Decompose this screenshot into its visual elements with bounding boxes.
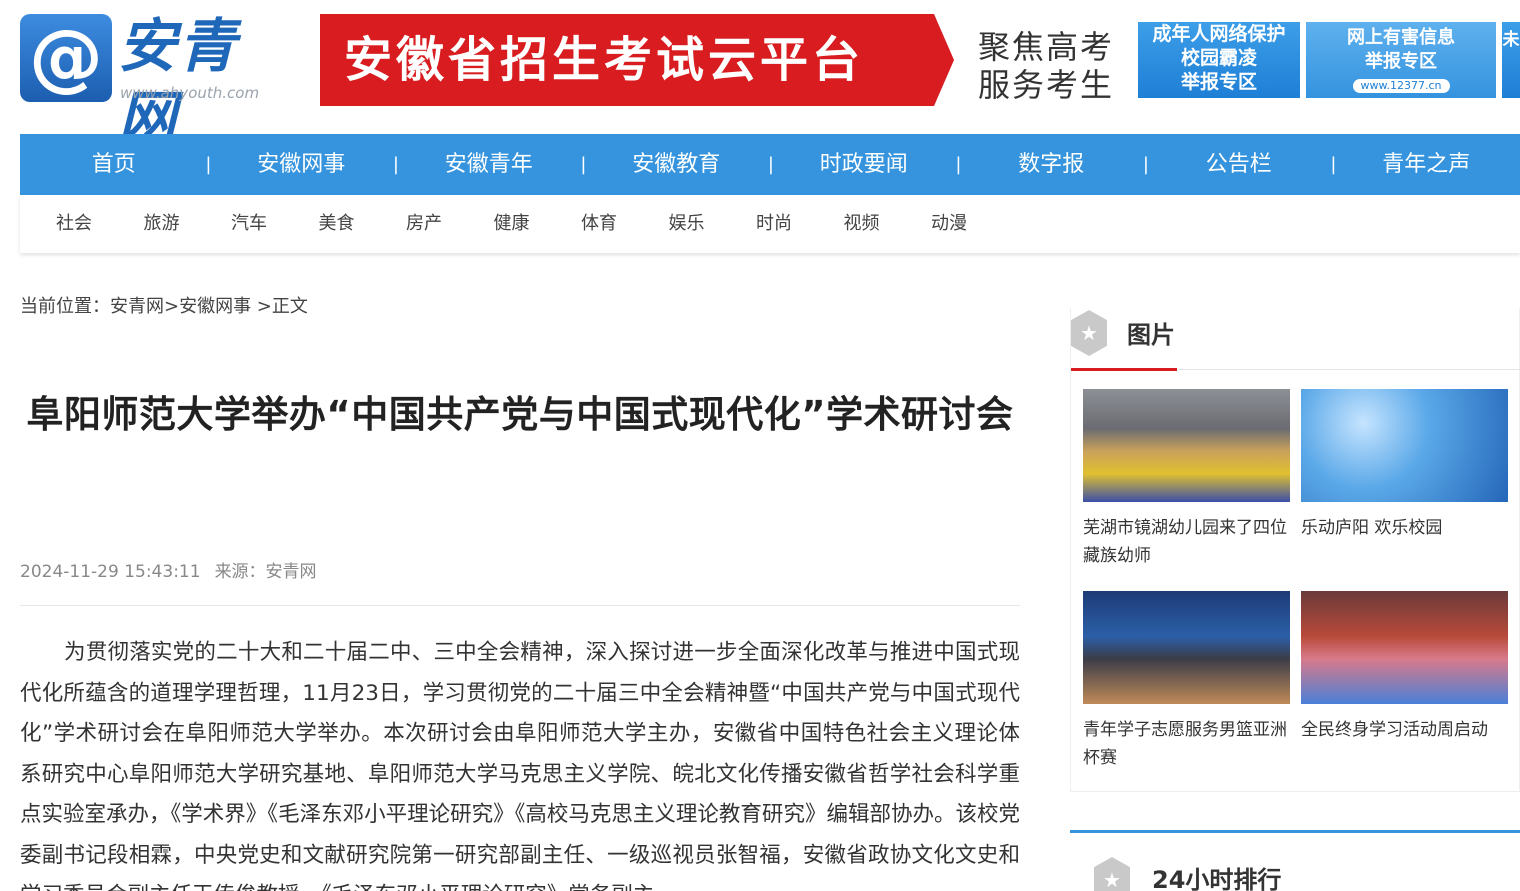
- photo-card[interactable]: 全民终身学习活动周启动: [1301, 591, 1508, 744]
- subnav-item-health[interactable]: 健康: [494, 195, 582, 253]
- ad1-line-3: 举报专区: [1180, 71, 1257, 93]
- nav-item-notice-board[interactable]: 公告栏 |: [1145, 134, 1337, 195]
- subnav-item-society[interactable]: 社会: [56, 195, 144, 253]
- nav-label: 时政要闻: [819, 152, 908, 177]
- subnav-item-travel[interactable]: 旅游: [144, 195, 232, 253]
- subnav-item-sports[interactable]: 体育: [581, 195, 669, 253]
- subnav-item-food[interactable]: 美食: [319, 195, 407, 253]
- ranking-section-title: 24小时排行: [1152, 866, 1282, 891]
- nav-item-politics[interactable]: 时政要闻 |: [770, 134, 962, 195]
- subnav-item-auto[interactable]: 汽车: [231, 195, 319, 253]
- ad2-line-2: 举报专区: [1365, 51, 1437, 72]
- sub-nav: 社会 旅游 汽车 美食 房产 健康 体育 娱乐 时尚 视频 动漫: [20, 195, 1520, 253]
- banner-red-panel: 安徽省招生考试云平台: [320, 14, 954, 106]
- photo-card[interactable]: 乐动庐阳 欢乐校园: [1301, 389, 1508, 542]
- banner-subtitle: 聚焦高考 服务考生: [978, 28, 1115, 104]
- star-badge-icon: ★: [1094, 857, 1130, 891]
- photo-caption: 青年学子志愿服务男篮亚洲杯赛: [1083, 720, 1287, 768]
- subnav-item-entertainment[interactable]: 娱乐: [669, 195, 757, 253]
- nav-label: 安徽青年: [444, 152, 533, 177]
- nav-item-youth-voice[interactable]: 青年之声: [1333, 134, 1520, 195]
- exam-platform-banner[interactable]: 安徽省招生考试云平台 聚焦高考 服务考生: [320, 14, 1120, 106]
- photo-caption: 乐动庐阳 欢乐校园: [1301, 518, 1443, 538]
- nav-label: 安徽教育: [632, 152, 721, 177]
- minor-protection-report-ad[interactable]: 成年人网络保护 校园霸凌 举报专区: [1138, 22, 1300, 98]
- logo-name: 安青网: [118, 12, 239, 152]
- ad1-line-1: 成年人网络保护: [1152, 23, 1286, 45]
- article-source: 来源：安青网: [214, 562, 317, 582]
- ad2-line-1: 网上有害信息: [1347, 27, 1455, 48]
- nav-item-anhui-youth[interactable]: 安徽青年 |: [395, 134, 587, 195]
- nav-label: 青年之声: [1382, 152, 1471, 177]
- site-logo[interactable]: @ 安青网 www.ahyouth.com: [20, 12, 282, 152]
- nav-item-anhui-news[interactable]: 安徽网事 |: [208, 134, 399, 195]
- photo-guzheng-performance: [1301, 389, 1508, 502]
- photo-sidebar: ★ 图片 芜湖市镜湖幼儿园来了四位藏族幼师 乐动庐阳 欢乐校园 青年学子志愿服务…: [1070, 308, 1520, 792]
- photo-section-header: ★ 图片: [1071, 308, 1520, 371]
- logo-at-icon: @: [20, 14, 112, 102]
- main-nav: 首页 | 安徽网事 | 安徽青年 | 安徽教育 | 时政要闻 | 数字报 | 公告栏 | 青年…: [20, 134, 1520, 195]
- photo-lifelong-learning-stage: [1301, 591, 1508, 704]
- banner-title: 安徽省招生考试云平台: [344, 32, 865, 88]
- subnav-item-realestate[interactable]: 房产: [406, 195, 494, 253]
- title-divider: [20, 605, 1020, 606]
- section-underline: [1071, 368, 1177, 371]
- logo-url: www.ahyouth.com: [120, 84, 260, 102]
- photo-caption: 芜湖市镜湖幼儿园来了四位藏族幼师: [1083, 518, 1287, 566]
- article-meta: 2024-11-29 15:43:11 来源：安青网: [20, 560, 317, 584]
- harmful-info-report-ad[interactable]: 网上有害信息 举报专区 www.12377.cn: [1306, 22, 1496, 98]
- cut-off-ad[interactable]: 未: [1502, 22, 1520, 98]
- subnav-item-anime[interactable]: 动漫: [931, 195, 1019, 253]
- photo-card[interactable]: 青年学子志愿服务男篮亚洲杯赛: [1083, 591, 1290, 772]
- article-body: 为贯彻落实党的二十大和二十届二中、三中全会精神，深入探讨进一步全面深化改革与推进…: [20, 640, 1020, 891]
- subnav-item-video[interactable]: 视频: [844, 195, 932, 253]
- star-badge-icon: ★: [1071, 310, 1107, 356]
- nav-item-anhui-education[interactable]: 安徽教育 |: [583, 134, 774, 195]
- breadcrumb[interactable]: 当前位置：安青网>安徽网事 >正文: [20, 294, 308, 320]
- photo-basketball-volunteers: [1083, 591, 1290, 704]
- photo-kindergarten-teachers: [1083, 389, 1290, 502]
- publish-date: 2024-11-29 15:43:11: [20, 562, 201, 582]
- ad2-url: www.12377.cn: [1352, 79, 1450, 93]
- nav-label: 首页: [91, 152, 136, 177]
- photo-card[interactable]: 芜湖市镜湖幼儿园来了四位藏族幼师: [1083, 389, 1290, 570]
- photo-caption: 全民终身学习活动周启动: [1301, 720, 1488, 740]
- nav-item-home[interactable]: 首页 |: [20, 134, 212, 195]
- nav-label: 公告栏: [1205, 152, 1272, 177]
- ranking-sidebar: ★ 24小时排行: [1070, 830, 1520, 891]
- nav-label: 数字报: [1018, 152, 1085, 177]
- ad3-char: 未: [1502, 30, 1520, 50]
- nav-item-digital-paper[interactable]: 数字报 |: [958, 134, 1149, 195]
- nav-label: 安徽网事: [257, 152, 346, 177]
- subnav-item-fashion[interactable]: 时尚: [756, 195, 844, 253]
- article-title: 阜阳师范大学举办“中国共产党与中国式现代化”学术研讨会: [26, 393, 1014, 436]
- ad1-line-2: 校园霸凌: [1180, 47, 1257, 69]
- photo-section-title: 图片: [1127, 321, 1175, 349]
